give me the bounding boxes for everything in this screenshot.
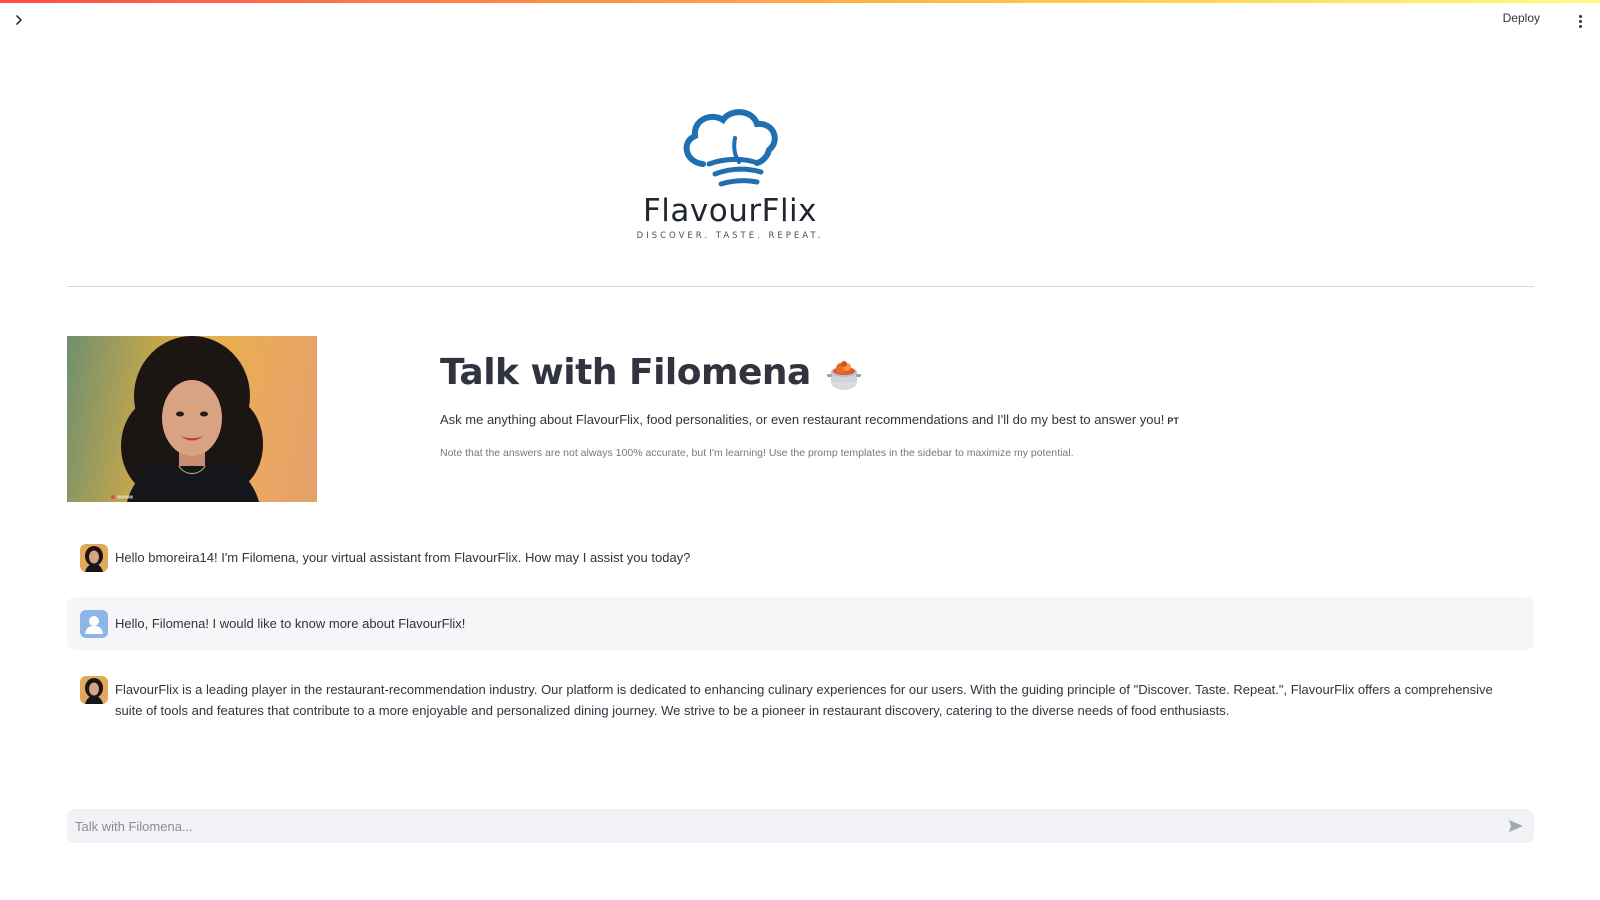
chef-hat-icon: [683, 109, 778, 187]
page-title-text: Talk with Filomena: [440, 352, 811, 393]
vertical-dots-icon[interactable]: [1572, 11, 1588, 31]
intro-subtitle-text: Ask me anything about FlavourFlix, food …: [440, 412, 1165, 427]
send-icon[interactable]: [1506, 816, 1526, 836]
logo-brand-name: FlavourFlix: [642, 193, 818, 229]
deploy-button[interactable]: Deploy: [1503, 11, 1540, 25]
chat-input-bar: [67, 809, 1534, 843]
chat-message-text: Hello, Filomena! I would like to know mo…: [115, 616, 466, 631]
assistant-avatar: [80, 544, 108, 572]
user-avatar: [80, 609, 108, 638]
chat-input[interactable]: [75, 818, 1506, 834]
filomena-portrait-image: [67, 336, 317, 502]
chevron-right-icon[interactable]: [8, 9, 30, 31]
logo-tagline: DISCOVER. TASTE. REPEAT.: [636, 231, 824, 242]
intro-note: Note that the answers are not always 100…: [440, 447, 1074, 459]
language-tag: PT: [1167, 416, 1179, 426]
flavourflix-logo: FlavourFlix DISCOVER. TASTE. REPEAT.: [630, 108, 830, 242]
page-title: Talk with Filomena: [440, 352, 863, 393]
chat-message-text: FlavourFlix is a leading player in the r…: [115, 682, 1493, 718]
chat-message-text: Hello bmoreira14! I'm Filomena, your vir…: [115, 550, 691, 565]
cooking-pot-icon: [826, 360, 861, 390]
horizontal-divider: [67, 286, 1534, 287]
chat-message-user: Hello, Filomena! I would like to know mo…: [67, 597, 1534, 650]
app-header: Deploy: [0, 3, 1600, 41]
chat-message-assistant: Hello bmoreira14! I'm Filomena, your vir…: [67, 544, 1534, 572]
assistant-avatar: [80, 676, 108, 704]
chat-message-assistant: FlavourFlix is a leading player in the r…: [67, 676, 1534, 721]
intro-subtitle: Ask me anything about FlavourFlix, food …: [440, 412, 1179, 427]
